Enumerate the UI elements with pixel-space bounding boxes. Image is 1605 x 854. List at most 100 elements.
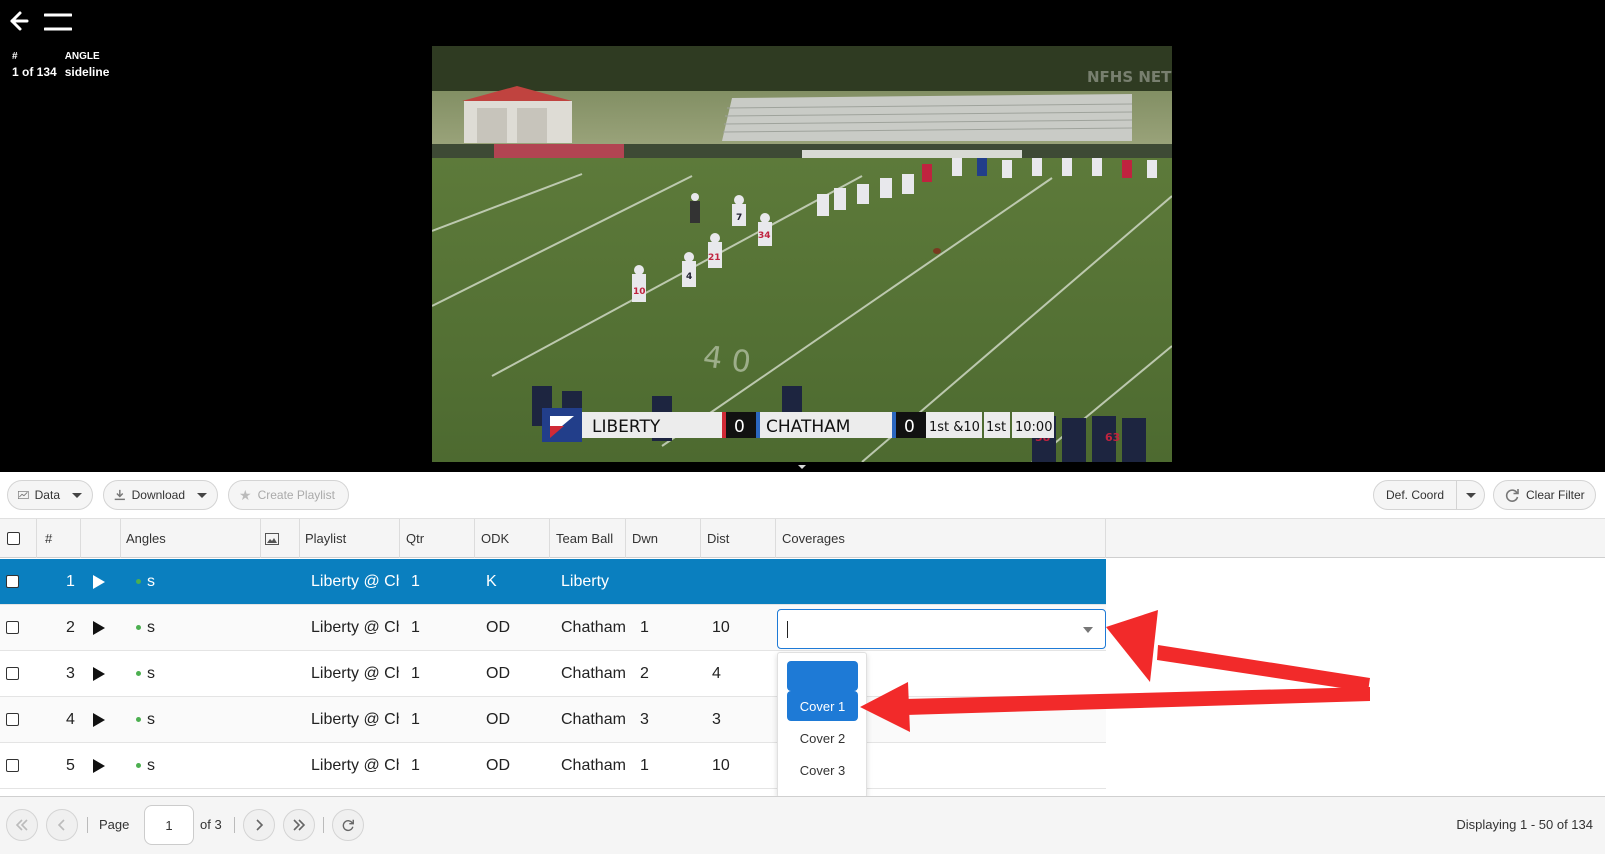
chevron-down-icon[interactable]	[1083, 627, 1093, 633]
away-team: CHATHAM	[766, 417, 850, 437]
play-icon[interactable]	[93, 666, 105, 681]
scoreboard: LIBERTY 0 CHATHAM 0 1st &10 1st 10:00	[542, 408, 1054, 442]
svg-text:4 0: 4 0	[701, 339, 753, 380]
jersey-number: 21	[708, 253, 721, 263]
play-icon[interactable]	[93, 620, 105, 635]
row-team-ball: Chatham	[561, 710, 626, 728]
def-coord-button[interactable]: Def. Coord	[1373, 480, 1458, 510]
coverage-option-cover-3[interactable]: Cover 3	[787, 755, 858, 785]
chevron-right-icon	[256, 819, 264, 831]
quarter: 1st	[986, 420, 1006, 435]
page-number-input[interactable]	[144, 805, 194, 845]
refresh-button[interactable]	[332, 809, 364, 841]
select-all-checkbox[interactable]	[7, 532, 20, 545]
play-icon[interactable]	[93, 712, 105, 727]
double-chevron-right-icon	[293, 819, 306, 831]
column-header-num[interactable]: #	[37, 519, 81, 558]
data-button[interactable]: Data	[7, 480, 93, 510]
row-checkbox[interactable]	[6, 759, 19, 772]
column-header-thumbnail[interactable]	[261, 519, 300, 558]
red-arrow-icon	[1106, 610, 1370, 692]
row-odk: OD	[486, 756, 510, 774]
row-qtr: 1	[411, 756, 420, 774]
refresh-icon	[1505, 489, 1519, 502]
coverage-option-blank[interactable]	[787, 661, 858, 691]
game-clock: 10:00	[1015, 420, 1052, 435]
column-header-coverages[interactable]: Coverages	[776, 519, 1106, 558]
column-header-team-ball[interactable]: Team Ball	[550, 519, 626, 558]
coverages-dropdown-list: Cover 1 Cover 2 Cover 3	[777, 652, 867, 798]
row-playlist: Liberty @ Ch	[311, 618, 399, 636]
home-score: 0	[734, 417, 745, 437]
play-icon[interactable]	[93, 758, 105, 773]
row-dist: 10	[712, 756, 730, 774]
column-header-dist[interactable]: Dist	[701, 519, 776, 558]
clip-info: # 1 of 134 ANGLE sideline	[12, 51, 109, 79]
row-team-ball: Chatham	[561, 756, 626, 774]
row-angle: s	[147, 618, 155, 636]
data-button-label: Data	[34, 488, 60, 502]
clear-filter-button[interactable]: Clear Filter	[1493, 480, 1596, 510]
separator	[234, 817, 235, 833]
row-qtr: 1	[411, 572, 420, 590]
angle-status-dot	[136, 625, 141, 630]
row-number: 1	[66, 572, 75, 590]
grid-toolbar: Data Download ★ Create Playlist Def. Coo…	[0, 472, 1605, 518]
create-playlist-button[interactable]: ★ Create Playlist	[228, 480, 349, 510]
angle-label: ANGLE	[64, 51, 100, 62]
download-icon	[114, 489, 125, 501]
first-page-button[interactable]	[6, 809, 38, 841]
down-distance: 1st &10	[929, 420, 980, 435]
column-header-dwn[interactable]: Dwn	[626, 519, 701, 558]
row-number: 5	[66, 756, 75, 774]
table-row[interactable]: 5 s Liberty @ Ch 1 OD Chatham 1 10	[0, 743, 1106, 789]
column-header-angles[interactable]: Angles	[121, 519, 261, 558]
grid-header: # Angles Playlist Qtr ODK Team Ball Dwn …	[0, 518, 1605, 558]
table-row[interactable]: 1 s Liberty @ Ch 1 K Liberty	[0, 559, 1106, 605]
jersey-number: 63	[1105, 431, 1120, 444]
coverage-option-cover-1[interactable]: Cover 1	[787, 691, 858, 721]
clip-number-label: #	[12, 51, 18, 62]
select-all-header	[0, 519, 37, 558]
play-icon[interactable]	[93, 574, 105, 589]
prev-page-button[interactable]	[46, 809, 78, 841]
coverages-combo-input[interactable]	[777, 609, 1106, 649]
def-coord-dropdown[interactable]	[1457, 480, 1486, 510]
refresh-icon	[342, 819, 354, 832]
home-team: LIBERTY	[592, 417, 661, 437]
video-frame[interactable]: 4 0 10 4 21 34 7 63 NFHS NET LIBERTY 0 C…	[432, 46, 1172, 462]
chevron-left-icon	[57, 819, 65, 831]
hamburger-menu-icon[interactable]	[44, 12, 72, 32]
angle-status-dot	[136, 717, 141, 722]
download-button[interactable]: Download	[103, 480, 218, 510]
coverage-option-cover-2[interactable]: Cover 2	[787, 723, 858, 753]
last-page-button[interactable]	[283, 809, 315, 841]
table-row[interactable]: 3 s Liberty @ Ch 1 OD Chatham 2 4	[0, 651, 1106, 697]
collapse-handle-icon[interactable]	[795, 463, 809, 471]
chevron-down-icon	[1465, 492, 1476, 498]
away-score: 0	[904, 417, 915, 437]
row-playlist: Liberty @ Ch	[311, 664, 399, 682]
displaying-count: Displaying 1 - 50 of 134	[1456, 817, 1593, 832]
column-header-playlist[interactable]: Playlist	[300, 519, 400, 558]
back-arrow-icon[interactable]	[8, 10, 30, 32]
table-row[interactable]: 4 s Liberty @ Ch 1 OD Chatham 3 3	[0, 697, 1106, 743]
watermark-text: NFHS NETWORK	[1087, 68, 1172, 86]
row-odk: K	[486, 572, 497, 590]
column-header-odk[interactable]: ODK	[475, 519, 550, 558]
angle-status-dot	[136, 579, 141, 584]
row-number: 4	[66, 710, 75, 728]
row-dist: 4	[712, 664, 721, 682]
row-odk: OD	[486, 664, 510, 682]
row-dwn: 2	[640, 664, 649, 682]
row-team-ball: Chatham	[561, 664, 626, 682]
image-icon	[265, 532, 279, 545]
video-panel: # 1 of 134 ANGLE sideline 4 0 10 4 21 34…	[0, 0, 1605, 472]
row-checkbox[interactable]	[6, 667, 19, 680]
row-checkbox[interactable]	[6, 713, 19, 726]
row-dwn: 3	[640, 710, 649, 728]
column-header-qtr[interactable]: Qtr	[400, 519, 475, 558]
row-checkbox[interactable]	[6, 621, 19, 634]
row-checkbox[interactable]	[6, 575, 19, 588]
next-page-button[interactable]	[243, 809, 275, 841]
